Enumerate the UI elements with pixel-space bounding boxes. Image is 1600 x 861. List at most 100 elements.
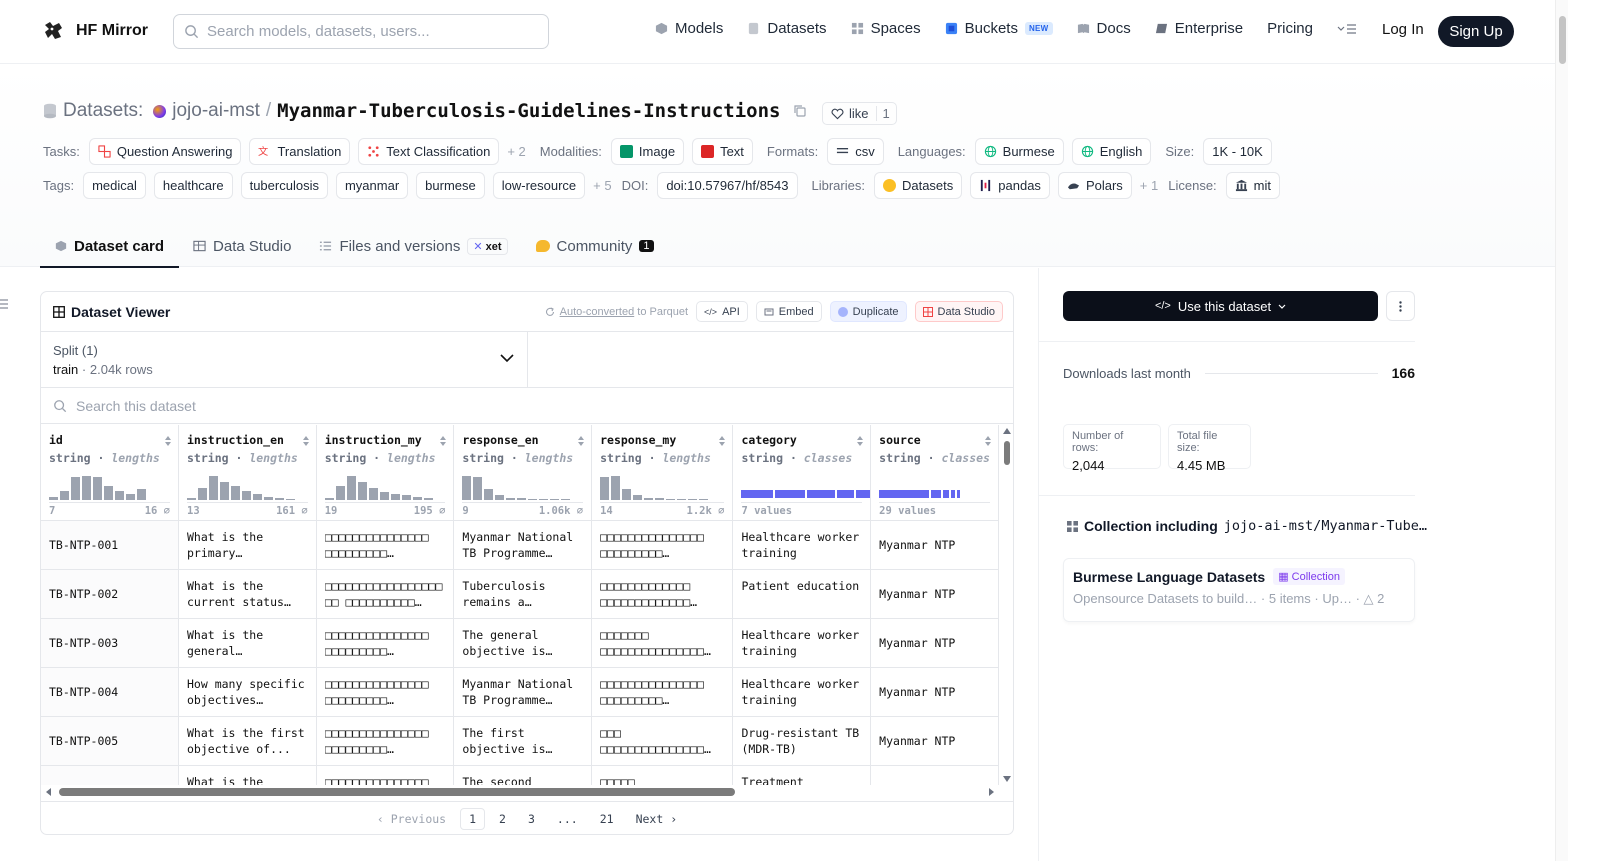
nav-enterprise[interactable]: Enterprise — [1155, 20, 1243, 37]
histogram-bar[interactable] — [198, 487, 207, 500]
table-cell[interactable]: How many specific objectives does... — [178, 667, 317, 717]
table-cell[interactable]: Healthcare worker training — [732, 520, 872, 570]
table-cell[interactable]: Myanmar National TB Programme uses... — [453, 520, 593, 570]
table-cell[interactable]: Healthcare worker training — [732, 667, 872, 717]
histogram-bar[interactable] — [231, 485, 240, 500]
histogram-bar[interactable] — [346, 475, 356, 500]
sort-icon[interactable] — [439, 435, 447, 447]
library-chip-datasets[interactable]: Datasets — [873, 172, 963, 199]
histogram-bar[interactable] — [104, 485, 113, 500]
column-header[interactable]: id string · lengths 7 16 ⌀ — [41, 425, 179, 521]
doi-chip[interactable]: doi:10.57967/hf/8543 — [657, 172, 798, 199]
tasks-more[interactable]: + 2 — [507, 144, 525, 159]
copy-icon[interactable] — [793, 104, 807, 118]
table-cell[interactable]: TB-NTP-005 — [41, 716, 179, 766]
tab-dataset-card[interactable]: Dataset card — [40, 226, 180, 268]
table-cell[interactable]: What is the second objective... — [178, 765, 317, 785]
table-row[interactable]: TB-NTP-001 What is the primary healthcare… — [41, 520, 999, 570]
table-cell[interactable]: TB-NTP-002 — [41, 569, 179, 619]
page-scrollbar[interactable] — [1555, 0, 1568, 861]
tag-chip[interactable]: myanmar — [335, 172, 409, 199]
histogram-bar[interactable] — [462, 475, 472, 500]
table-cell[interactable]: Treatment — [732, 765, 872, 785]
tag-chip[interactable]: burmese — [416, 172, 485, 199]
tab-files-and-versions[interactable]: Files and versions ✕ xet — [305, 226, 521, 266]
column-header[interactable]: response_en string · lengths 9 1.06k ⌀ — [453, 425, 593, 521]
sort-icon[interactable] — [984, 435, 992, 447]
histogram-bar[interactable] — [209, 475, 218, 500]
histogram-bar[interactable] — [49, 496, 58, 500]
table-cell[interactable]: □□□□□□□ □□□□□□□□□□□□□□□ □□□ □□□□□□□□□□□□… — [591, 618, 734, 668]
histogram-bar[interactable] — [506, 497, 516, 500]
table-cell[interactable]: Myanmar NTP — [870, 765, 999, 785]
tag-chip[interactable]: low-resource — [492, 172, 586, 199]
histogram-bar[interactable] — [115, 490, 124, 500]
login-link[interactable]: Log In — [1382, 21, 1424, 38]
histogram-bar[interactable] — [473, 476, 483, 500]
table-cell[interactable]: The first objective is to... — [453, 716, 593, 766]
histogram-bar[interactable] — [93, 476, 102, 500]
collection-card[interactable]: Burmese Language Datasets ▦ Collection O… — [1063, 558, 1415, 622]
histogram-bar[interactable] — [401, 494, 411, 500]
table-row[interactable]: TB-NTP-003 What is the general objective.… — [41, 618, 999, 668]
table-cell[interactable]: □□□□□□□□□□□□□ □□□□□□□□□□□□□ □... — [591, 569, 734, 619]
modality-chip-image[interactable]: Image — [610, 138, 685, 165]
language-chip-english[interactable]: English — [1071, 138, 1152, 165]
nav-spaces[interactable]: Spaces — [851, 20, 921, 37]
histogram-bar[interactable] — [561, 498, 571, 500]
api-button[interactable]: </> API — [696, 301, 748, 322]
table-cell[interactable]: The general objective is to... — [453, 618, 593, 668]
table-cell[interactable]: Myanmar NTP — [870, 716, 999, 766]
repo-owner-link[interactable]: jojo-ai-mst — [172, 100, 260, 122]
class-segment[interactable] — [741, 489, 774, 498]
task-chip-translation[interactable]: 文 Translation — [249, 138, 351, 165]
nav-more-menu[interactable] — [1337, 23, 1357, 35]
like-button[interactable]: like 1 — [822, 102, 897, 125]
sidebar-toggle-icon[interactable] — [0, 298, 8, 310]
table-cell[interactable]: Myanmar NTP — [870, 569, 999, 619]
length-histogram[interactable] — [49, 470, 146, 500]
column-header[interactable]: source string · classes 29 values — [870, 425, 999, 521]
histogram-bar[interactable] — [484, 488, 494, 500]
nav-buckets[interactable]: Buckets NEW — [945, 20, 1053, 37]
table-cell[interactable]: Drug-resistant TB (MDR-TB) — [732, 716, 872, 766]
histogram-bar[interactable] — [275, 497, 284, 500]
table-cell[interactable]: □□□ □□□□□□□□□□□□□□□ □□□□□□□□□ □□□□□... — [591, 716, 734, 766]
table-cell[interactable]: Myanmar NTP — [870, 667, 999, 717]
tags-more[interactable]: + 5 — [593, 178, 611, 193]
table-cell[interactable]: □□□□□□□□□□□□□□□ □□□□□□□□□ □□□□□□□□... — [591, 520, 734, 570]
class-distribution-bar[interactable] — [741, 489, 889, 498]
vertical-scrollbar[interactable] — [1001, 425, 1013, 785]
embed-button[interactable]: Embed — [755, 301, 822, 322]
length-histogram[interactable] — [600, 470, 709, 500]
next-page-button[interactable]: Next › — [628, 809, 686, 829]
column-header[interactable]: category string · classes 7 values — [732, 425, 889, 521]
page-button[interactable]: 1 — [460, 807, 486, 830]
class-segment[interactable] — [775, 489, 806, 498]
histogram-bar[interactable] — [253, 493, 262, 500]
tab-data-studio[interactable]: Data Studio — [179, 226, 305, 266]
task-chip-question-answering[interactable]: Question Answering — [88, 138, 242, 165]
column-header[interactable]: instruction_my string · lengths 19 195 ⌀ — [316, 425, 455, 521]
histogram-bar[interactable] — [633, 494, 643, 500]
modality-chip-text[interactable]: Text — [692, 138, 753, 165]
page-button[interactable]: 21 — [592, 809, 622, 829]
auto-converted-link[interactable]: Auto-converted to Parquet — [545, 306, 688, 318]
histogram-bar[interactable] — [126, 493, 135, 500]
histogram-bar[interactable] — [495, 494, 505, 500]
column-header[interactable]: instruction_en string · lengths 13 161 ⌀ — [178, 425, 317, 521]
table-row[interactable]: TB-NTP-006 What is the second objective..… — [41, 765, 999, 785]
column-header[interactable]: response_my string · lengths 14 1.2k ⌀ — [591, 425, 734, 521]
histogram-bar[interactable] — [335, 485, 345, 500]
table-cell[interactable]: □□□□□ □□□□□□□□□□□□ □□□ □□□□□□□□□... — [591, 765, 734, 785]
histogram-bar[interactable] — [423, 497, 433, 500]
class-segment[interactable] — [837, 489, 855, 498]
nav-docs[interactable]: Docs — [1077, 20, 1131, 37]
license-chip[interactable]: mit — [1225, 172, 1280, 199]
table-row[interactable]: TB-NTP-005 What is the first objective of… — [41, 716, 999, 766]
table-cell[interactable]: □□□□□□□□□□□□□□□ □□□□□□□□□ □□□□□... — [316, 716, 455, 766]
sort-icon[interactable] — [164, 435, 172, 447]
table-cell[interactable]: Myanmar National TB Programme has... — [453, 667, 593, 717]
tag-chip[interactable]: medical — [83, 172, 146, 199]
tab-community[interactable]: Community 1 — [522, 226, 668, 266]
